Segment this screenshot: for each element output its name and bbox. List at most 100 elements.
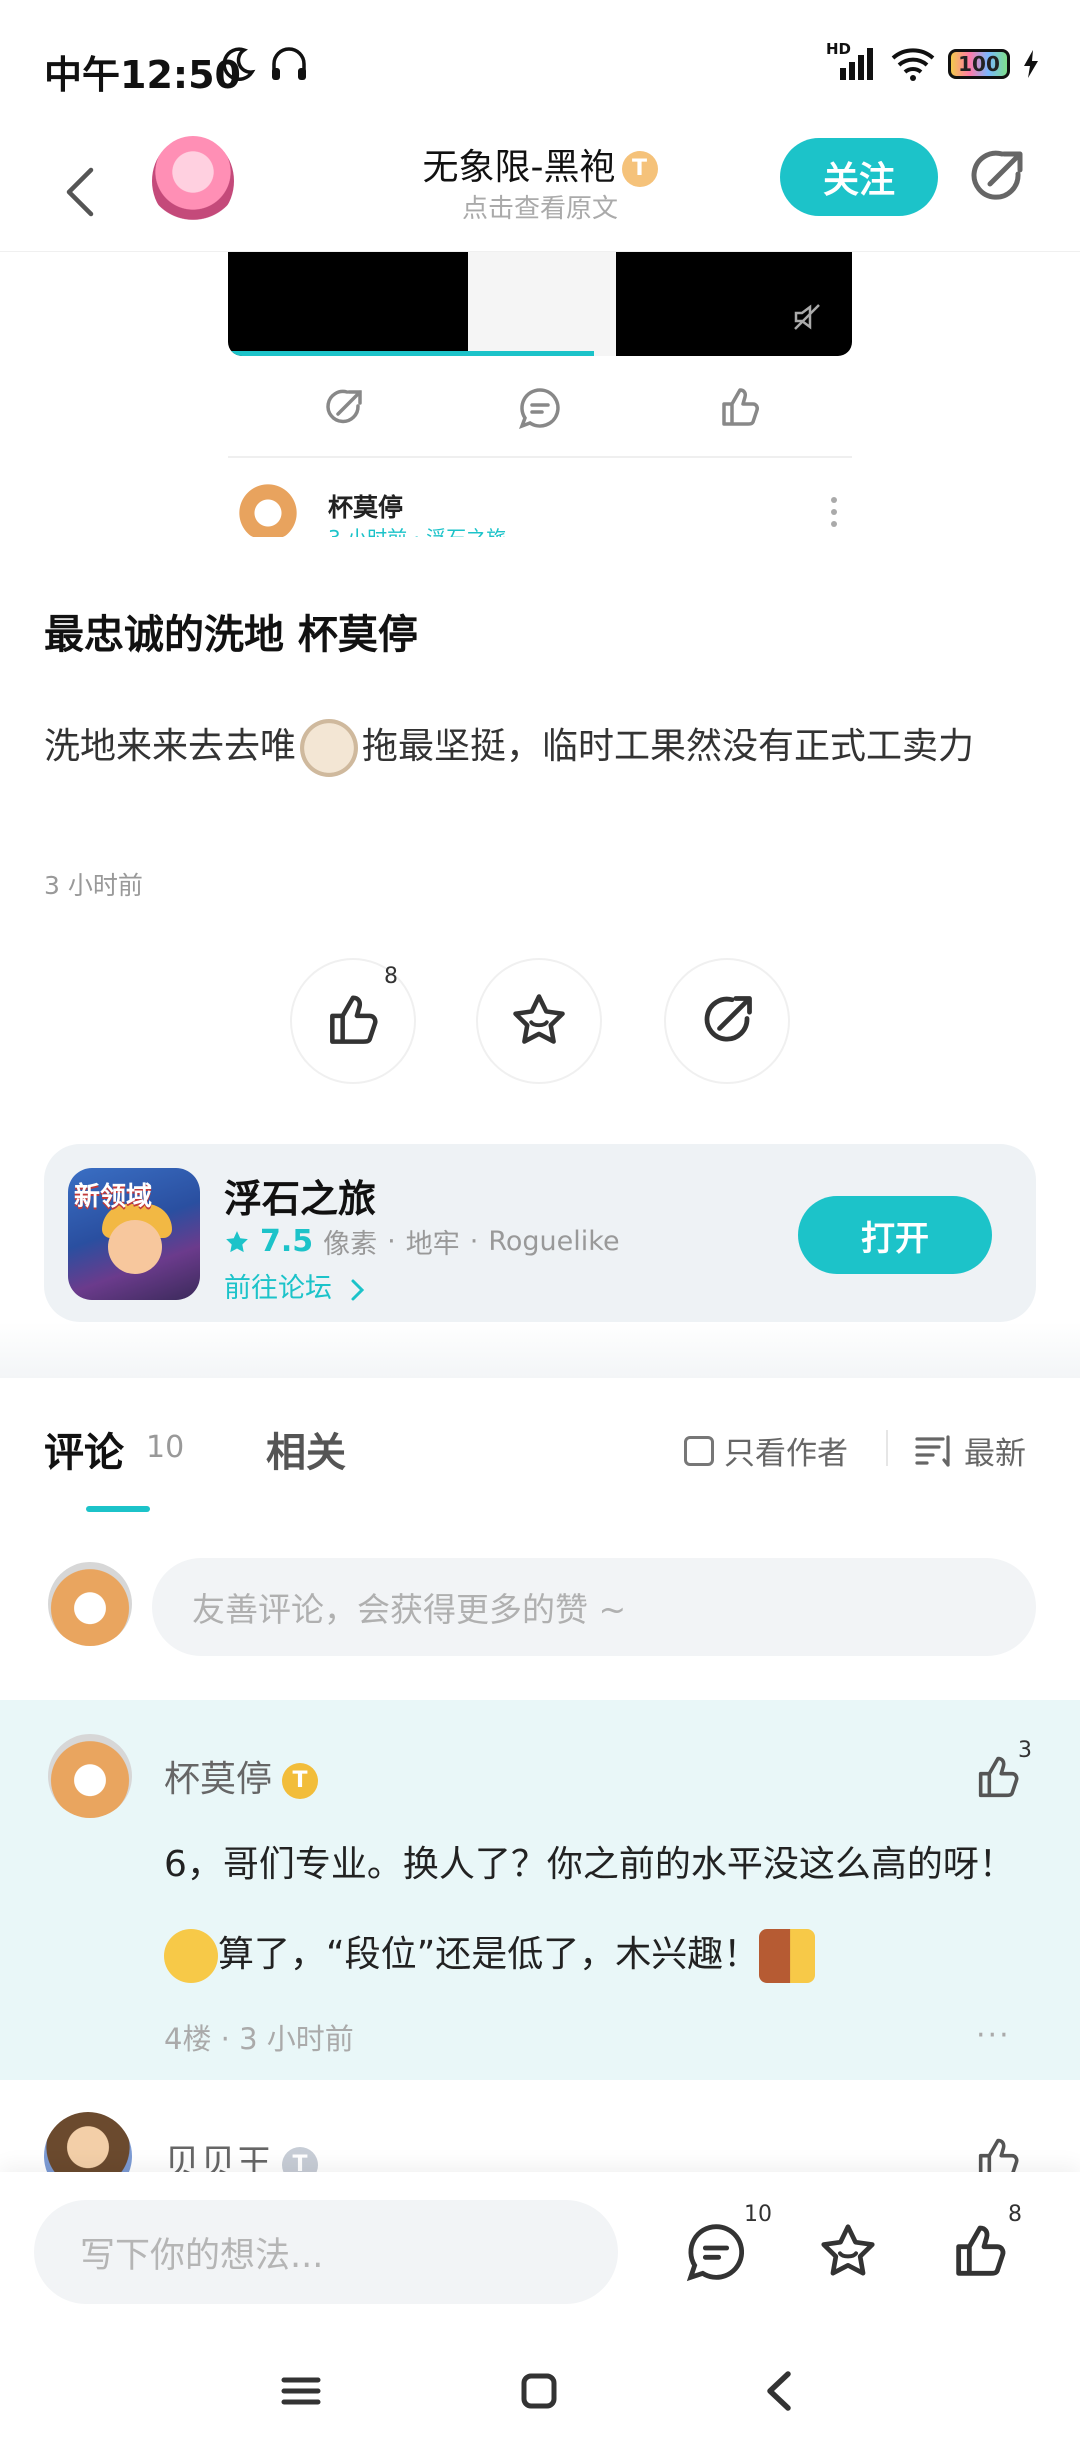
embed-share-icon[interactable]: [320, 384, 368, 432]
author-only-toggle[interactable]: 只看作者: [684, 1428, 848, 1473]
battery-icon: 100: [948, 49, 1010, 79]
sort-icon: [915, 1434, 950, 1467]
post-time: 3 小时前: [44, 871, 143, 900]
battery-level: 100: [958, 52, 1000, 76]
embed-comment-icon[interactable]: [516, 384, 564, 432]
post-header: 无象限-黑袍 T 点击查看原文 关注: [0, 130, 1080, 252]
comment-more-icon[interactable]: ···: [976, 2018, 1011, 2053]
status-icons-left: [218, 44, 310, 84]
status-time: 中午12:50: [44, 53, 241, 97]
author-name: 无象限-黑袍: [422, 147, 616, 188]
post-like-count: 8: [384, 964, 398, 989]
game-meta: 7.5 像素 · 地牢 · Roguelike: [224, 1222, 620, 1261]
comment-count: 10: [744, 2202, 772, 2227]
open-game-button[interactable]: 打开: [798, 1196, 992, 1274]
my-avatar: [48, 1562, 132, 1646]
headphones-icon: [272, 47, 306, 80]
commenter-level-badge: T: [282, 1763, 319, 1799]
embed-divider: [228, 456, 852, 458]
embed-actions: [228, 384, 852, 440]
author-only-label: 只看作者: [724, 1436, 848, 1472]
divider: [886, 1430, 888, 1466]
signal-icon: HD: [826, 40, 878, 82]
like-count: 8: [1008, 2202, 1022, 2227]
bottom-action-bar: 写下你的想法... 10 8: [0, 2172, 1080, 2322]
system-nav-bar: [0, 2322, 1080, 2460]
game-icon[interactable]: 新领域: [68, 1168, 200, 1300]
game-score: 7.5: [260, 1224, 314, 1259]
embed-username: 杯莫停: [328, 493, 404, 522]
signal-hd-label: HD: [826, 40, 852, 58]
post-favorite-button[interactable]: [476, 958, 602, 1084]
chevron-right-icon: [351, 1279, 364, 1300]
tag-separator: ·: [387, 1226, 396, 1257]
smile-emoji-icon: [164, 1929, 218, 1983]
video-progress-bar: [228, 351, 594, 356]
embed-more-icon[interactable]: [828, 492, 840, 532]
star-icon: [513, 994, 565, 1044]
comment-text: 6，哥们专业。换人了？你之前的水平没这么高的呀！ 算了，“段位”还是低了，木兴趣…: [164, 1820, 1024, 2000]
reply-input[interactable]: 写下你的想法...: [34, 2200, 618, 2304]
rating-star-icon: [226, 1230, 248, 1252]
commenter-name-text: 杯莫停: [164, 1759, 273, 1800]
game-icon-face: [108, 1220, 162, 1274]
like-icon[interactable]: [948, 2220, 1012, 2284]
sort-button[interactable]: 最新: [914, 1428, 1026, 1473]
home-icon[interactable]: [514, 2366, 564, 2416]
post-body-text-end: 拖最坚挺，临时工果然没有正式工卖力: [362, 726, 975, 767]
comment-text-part2: 算了，“段位”还是低了，木兴趣！: [218, 1934, 760, 1975]
tab-comments[interactable]: 评论: [44, 1420, 124, 1478]
embedded-original-post[interactable]: 杯莫停 3 小时前 · 浮石之旅: [228, 252, 852, 537]
author-level-badge: T: [621, 151, 658, 187]
forum-link-label: 前往论坛: [224, 1273, 332, 1304]
comment-like-count: 3: [1018, 1738, 1032, 1763]
status-bar: 中午12:50 HD 100: [0, 0, 1080, 130]
post-body-text-start: 洗地来来去去唯: [44, 726, 297, 767]
commenter-avatar[interactable]: [48, 1734, 132, 1818]
embed-user-avatar: [234, 480, 302, 537]
share-arrow-icon: [704, 996, 752, 1042]
comment-input[interactable]: 友善评论，会获得更多的赞 ~: [152, 1558, 1036, 1656]
sort-label: 最新: [964, 1436, 1026, 1472]
tab-related[interactable]: 相关: [266, 1420, 346, 1478]
game-tag: 地牢: [405, 1229, 460, 1260]
tag-separator: ·: [469, 1226, 479, 1257]
forum-link[interactable]: 前往论坛: [224, 1266, 367, 1305]
game-tag: Roguelike: [488, 1226, 620, 1257]
post-body: 洗地来来去去唯 拖最坚挺，临时工果然没有正式工卖力: [44, 710, 1036, 784]
embed-like-icon[interactable]: [716, 384, 764, 432]
status-icons-right: HD 100: [826, 40, 1040, 82]
dog-emoji-icon: [300, 719, 359, 777]
menu-icon[interactable]: [276, 2366, 326, 2416]
video-frame: [468, 252, 616, 356]
follow-button[interactable]: 关注: [780, 138, 938, 216]
wall-emoji-icon: [759, 1929, 816, 1983]
mute-icon[interactable]: [792, 302, 822, 332]
active-tab-indicator: [86, 1506, 150, 1512]
game-icon-label: 新领域: [74, 1182, 153, 1212]
back-nav-icon[interactable]: [756, 2366, 806, 2416]
comment-icon[interactable]: [684, 2220, 748, 2284]
share-icon[interactable]: [966, 144, 1030, 208]
game-card[interactable]: 新领域 浮石之旅 7.5 像素 · 地牢 · Roguelike 前往论坛 打开: [44, 1144, 1036, 1322]
charging-icon: [1024, 50, 1038, 78]
embed-meta: 3 小时前 · 浮石之旅: [328, 522, 506, 537]
comment-text-part1: 6，哥们专业。换人了？你之前的水平没这么高的呀！: [164, 1844, 1015, 1885]
thumbs-up-icon: [330, 995, 378, 1044]
comment-like-icon[interactable]: [972, 1752, 1024, 1804]
wifi-icon: [891, 48, 935, 81]
embedded-video[interactable]: [228, 252, 852, 356]
comment-meta: 4楼 · 3 小时前: [164, 2022, 354, 2056]
post-title: 最忠诚的洗地 杯莫停: [44, 612, 418, 658]
game-tag: 像素: [323, 1229, 378, 1260]
post-share-button[interactable]: [664, 958, 790, 1084]
favorite-icon[interactable]: [816, 2220, 880, 2284]
moon-icon: [222, 47, 256, 81]
tab-comments-count: 10: [146, 1430, 185, 1465]
comment-tabs: 评论 10 相关 只看作者 最新: [0, 1378, 1080, 1514]
comment-item: 杯莫停 T 3 6，哥们专业。换人了？你之前的水平没这么高的呀！ 算了，“段位”还…: [0, 1700, 1080, 2080]
section-separator: [0, 1322, 1080, 1378]
author-only-checkbox[interactable]: [684, 1435, 714, 1466]
commenter-name[interactable]: 杯莫停 T: [164, 1750, 319, 1802]
game-title: 浮石之旅: [224, 1177, 377, 1221]
